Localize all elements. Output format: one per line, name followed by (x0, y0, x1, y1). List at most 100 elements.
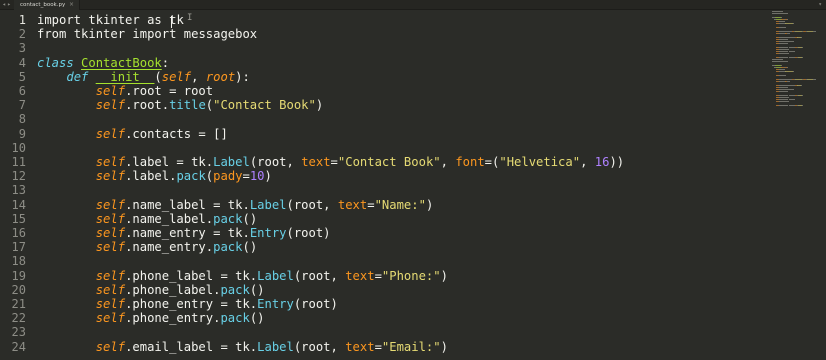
code-line[interactable]: self.email_label = tk.Label(root, text="… (37, 340, 448, 354)
tab-contact-book[interactable]: contact_book.py × (14, 0, 80, 10)
code-line[interactable]: self.phone_label = tk.Label(root, text="… (37, 269, 448, 283)
minimap-segment (814, 79, 816, 80)
code-token: self (95, 268, 126, 283)
minimap-segment (789, 81, 791, 82)
line-number: 10 (11, 140, 26, 155)
code-line[interactable]: self.name_label.pack() (37, 212, 257, 226)
tab-close-icon[interactable]: × (69, 0, 74, 10)
tab-filename: contact_book.py (20, 2, 66, 8)
code-token: pack (176, 169, 206, 184)
code-token: self (95, 211, 126, 226)
code-line[interactable]: self.phone_entry = tk.Entry(root) (37, 297, 338, 311)
tab-menu-icon[interactable]: ▾ (818, 0, 822, 10)
code-token: = (374, 268, 382, 283)
code-line[interactable]: self.name_entry = tk.Entry(root) (37, 226, 331, 240)
code-line[interactable]: self.phone_label.pack() (37, 283, 265, 297)
minimap-segment (778, 101, 786, 102)
minimap-segment (785, 23, 793, 24)
minimap-segment (787, 49, 790, 50)
code-token: .name_label. (125, 211, 214, 226)
code-token: import (37, 13, 82, 27)
code-token: self (95, 339, 126, 354)
code-line[interactable]: self.contacts = [] (37, 127, 228, 141)
code-line[interactable]: self.name_entry.pack() (37, 240, 257, 254)
code-token: 10 (249, 169, 265, 184)
code-token: tkinter (66, 27, 133, 42)
minimap-segment (778, 75, 787, 76)
code-token: Entry (257, 297, 294, 311)
code-token: self (95, 282, 126, 297)
code-editor[interactable]: ◂▸ contact_book.py × ▾ 1 2 3 4 5 6 7 8 9 10 11 12 13… (0, 0, 826, 360)
code-token: from (37, 27, 67, 42)
code-token: ) (264, 169, 272, 184)
code-line[interactable]: self.root.title("Contact Book") (37, 98, 324, 113)
code-token: ContactBook (81, 55, 162, 70)
minimap-segment (782, 13, 789, 14)
minimap-segment (791, 99, 795, 100)
minimap[interactable] (770, 11, 826, 121)
minimap-segment (801, 37, 803, 38)
code-token: .name_entry = tk. (125, 226, 250, 240)
minimap-segment (778, 37, 788, 38)
code-token: .phone_entry. (125, 311, 221, 326)
code-line[interactable]: self.root = root (37, 84, 213, 98)
line-number-gutter: 1 2 3 4 5 6 7 8 9 10 11 12 13 14 15 16 17 18 19 20 21 22 23 24 (0, 13, 32, 360)
code-token: .root. (125, 98, 170, 113)
minimap-segment (785, 71, 793, 72)
tab-forward-icon[interactable]: ▸ (7, 0, 12, 10)
code-token: pack (213, 211, 243, 226)
code-token: , (580, 155, 595, 169)
line-number: 4 (18, 55, 26, 70)
line-number: 8 (18, 112, 26, 127)
code-line[interactable]: self.label = tk.Label(root, text="Contac… (37, 155, 624, 169)
code-token: text (345, 339, 375, 354)
code-token: (root, (293, 268, 346, 283)
code-token: , (440, 155, 456, 169)
code-token: text (345, 268, 375, 283)
code-token: "Email:" (381, 339, 441, 354)
minimap-segment (787, 53, 790, 54)
tab-bar: ◂▸ contact_book.py × ▾ (0, 0, 826, 10)
code-token: root (205, 69, 236, 84)
code-token: self (95, 169, 126, 184)
code-line[interactable]: self.phone_entry.pack() (37, 311, 265, 325)
code-line[interactable]: def __init__(self, root): (37, 70, 250, 84)
code-token: .name_label = tk. (125, 197, 250, 212)
minimap-segment (790, 41, 794, 42)
code-line[interactable]: from tkinter import messagebox (37, 27, 257, 41)
code-token: pady (213, 169, 243, 184)
code-line[interactable]: class ContactBook: (37, 56, 169, 70)
code-token: () (242, 211, 258, 226)
code-token: .email_label = tk. (125, 339, 258, 354)
minimap-segment (786, 19, 788, 20)
code-line[interactable]: import tkinter as tk (37, 13, 184, 27)
code-token: ) (315, 98, 324, 113)
code-area[interactable]: import tkinter as tk from tkinter import … (37, 13, 767, 360)
line-number: 3 (18, 41, 26, 56)
line-number: 15 (11, 211, 26, 226)
code-line[interactable]: self.name_label = tk.Label(root, text="N… (37, 197, 434, 212)
code-token: __init__ (95, 69, 155, 84)
code-token: )) (609, 155, 625, 169)
code-token: self (95, 197, 126, 212)
line-number: 13 (11, 183, 26, 198)
code-token: (root, (249, 155, 302, 169)
code-line[interactable]: self.label.pack(pady=10) (37, 169, 272, 183)
minimap-segment (778, 87, 786, 88)
line-number: 20 (11, 282, 26, 297)
code-token: text (301, 155, 331, 169)
minimap-segment (802, 47, 804, 48)
code-token: (root) (293, 297, 338, 311)
code-token: text (337, 197, 368, 212)
minimap-segment (778, 41, 788, 42)
minimap-segment (782, 61, 789, 62)
code-token: ) (425, 197, 434, 212)
code-token: title (169, 98, 206, 113)
